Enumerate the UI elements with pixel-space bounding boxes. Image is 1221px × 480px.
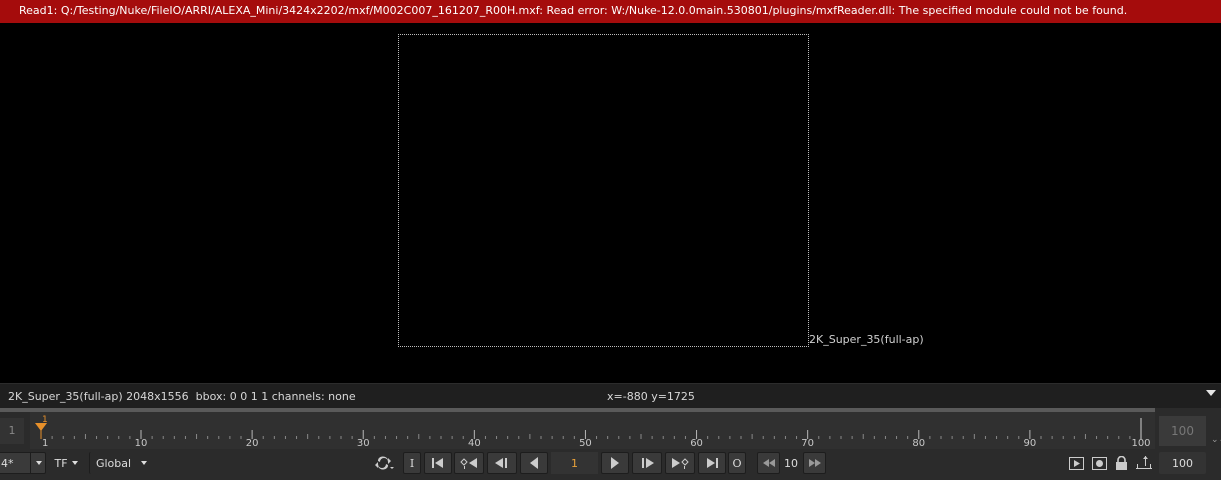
next-increment-button[interactable] bbox=[632, 452, 662, 474]
playhead-frame-label: 1 bbox=[42, 415, 48, 425]
step-back-icon bbox=[495, 458, 507, 468]
next-keyframe-button[interactable] bbox=[665, 452, 695, 474]
last-frame-button[interactable] bbox=[698, 452, 726, 474]
rewind-icon bbox=[762, 459, 775, 467]
timeline-tick-label: 1 bbox=[42, 438, 48, 449]
set-in-point-button[interactable]: I bbox=[403, 452, 421, 474]
skip-to-end-icon bbox=[707, 458, 718, 468]
flipbook-icon bbox=[1068, 456, 1084, 470]
flipbook-button[interactable] bbox=[1067, 452, 1085, 474]
timeline-tick-label: 90 bbox=[1024, 438, 1037, 449]
lock-icon bbox=[1115, 456, 1127, 470]
play-backward-button[interactable] bbox=[520, 452, 548, 474]
current-frame-field[interactable]: 1 bbox=[551, 452, 598, 474]
fast-forward-icon bbox=[808, 459, 821, 467]
playback-control-bar: 4* TF Global I 1 O 10 100 bbox=[0, 449, 1221, 480]
scroll-down-icon[interactable]: ⌄⌄ bbox=[1211, 436, 1221, 445]
end-frame-field[interactable]: 100 bbox=[1159, 452, 1206, 474]
global-label: Global bbox=[95, 456, 132, 470]
set-out-point-button[interactable]: O bbox=[728, 452, 746, 474]
viewer-panel[interactable]: 2K_Super_35(full-ap) bbox=[0, 23, 1221, 382]
in-point-label: I bbox=[409, 456, 415, 470]
previous-increment-button[interactable] bbox=[487, 452, 517, 474]
tf-label: TF bbox=[54, 456, 68, 470]
frame-increment-value: 10 bbox=[784, 456, 798, 470]
frame-increment-field[interactable]: 10 bbox=[780, 452, 802, 474]
previous-keyframe-icon bbox=[460, 458, 477, 469]
out-point-label: O bbox=[732, 456, 742, 470]
timeline-tick-label: 100 bbox=[1131, 438, 1150, 449]
format-boundary-box bbox=[398, 34, 809, 347]
play-icon bbox=[611, 457, 619, 469]
fps-dropdown[interactable]: 4* bbox=[0, 452, 46, 474]
capture-button[interactable] bbox=[1090, 452, 1108, 474]
timeline-range-button[interactable] bbox=[1134, 452, 1154, 474]
fast-forward-increment-button[interactable] bbox=[803, 452, 826, 474]
cursor-coordinates: x=-880 y=1725 bbox=[607, 390, 695, 403]
timeline-tick-label: 10 bbox=[135, 438, 148, 449]
skip-to-start-icon bbox=[432, 458, 443, 468]
first-frame-button[interactable] bbox=[424, 452, 452, 474]
format-label: 2K_Super_35(full-ap) bbox=[809, 333, 924, 346]
previous-keyframe-button[interactable] bbox=[454, 452, 484, 474]
lock-button[interactable] bbox=[1112, 452, 1130, 474]
end-frame-value: 100 bbox=[1172, 456, 1193, 470]
chevron-down-icon bbox=[36, 461, 42, 465]
timeline-tick-label: 40 bbox=[468, 438, 481, 449]
global-dropdown[interactable]: Global bbox=[89, 452, 153, 474]
timeline-tick-label: 30 bbox=[357, 438, 370, 449]
play-forward-button[interactable] bbox=[601, 452, 629, 474]
chevron-down-icon bbox=[141, 461, 148, 465]
timeline-tick-label: 60 bbox=[690, 438, 703, 449]
tf-dropdown[interactable]: TF bbox=[50, 452, 82, 474]
play-backward-icon bbox=[530, 457, 538, 469]
format-info-text: 2K_Super_35(full-ap) 2048x1556 bbox: 0 0… bbox=[8, 390, 356, 403]
fps-value: 4* bbox=[1, 456, 14, 470]
timeline-tick-label: 70 bbox=[801, 438, 814, 449]
error-message-text: Read1: Q:/Testing/Nuke/FileIO/ARRI/ALEXA… bbox=[19, 4, 1128, 17]
rewind-increment-button[interactable] bbox=[757, 452, 780, 474]
chevron-down-icon bbox=[71, 461, 78, 465]
error-message-bar: Read1: Q:/Testing/Nuke/FileIO/ARRI/ALEXA… bbox=[0, 0, 1221, 23]
loop-mode-button[interactable] bbox=[372, 452, 398, 474]
collapse-arrow-icon[interactable] bbox=[1206, 390, 1216, 396]
viewer-info-bar: 2K_Super_35(full-ap) 2048x1556 bbox: 0 0… bbox=[0, 383, 1221, 408]
timeline-range-icon bbox=[1136, 455, 1152, 469]
timeline-tick-label: 80 bbox=[912, 438, 925, 449]
next-keyframe-icon bbox=[672, 458, 689, 469]
timeline-tick-label: 50 bbox=[579, 438, 592, 449]
camera-icon bbox=[1091, 456, 1107, 470]
step-forward-icon bbox=[642, 458, 654, 468]
timeline-ticks: 1 10 20 30 40 50 60 70 80 90 100 1 bbox=[35, 415, 1151, 449]
timeline-tick-label: 20 bbox=[246, 438, 259, 449]
out-frame-field[interactable]: 100 bbox=[1159, 416, 1206, 446]
loop-icon bbox=[375, 456, 394, 470]
